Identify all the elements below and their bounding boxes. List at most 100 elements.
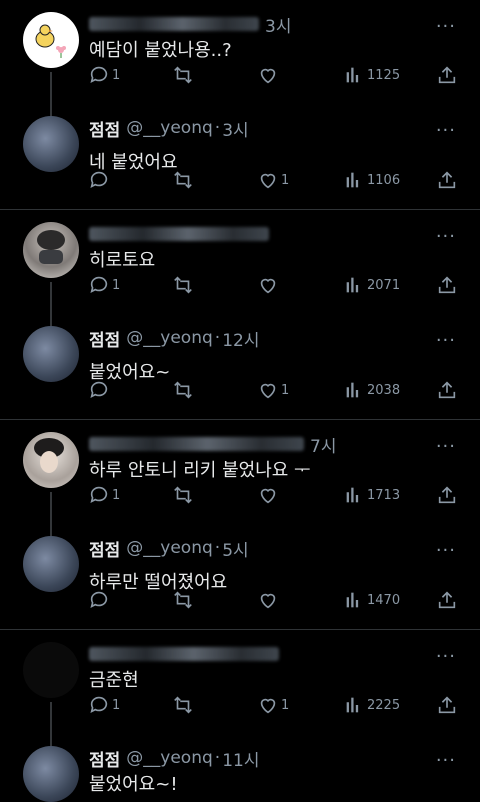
like-count: 1 bbox=[281, 172, 290, 188]
more-icon[interactable]: ··· bbox=[436, 226, 456, 247]
photo-avatar[interactable] bbox=[23, 326, 79, 382]
reply-button[interactable] bbox=[88, 589, 110, 611]
timestamp[interactable]: 7시 bbox=[310, 432, 336, 457]
share-button[interactable] bbox=[436, 589, 458, 611]
views-button[interactable]: 1125 bbox=[343, 64, 400, 86]
more-icon[interactable]: ··· bbox=[436, 16, 456, 37]
reply-button[interactable]: 1 bbox=[88, 484, 120, 506]
timestamp[interactable]: 5시 bbox=[222, 536, 248, 561]
retweet-button[interactable] bbox=[172, 169, 194, 191]
photo-avatar[interactable] bbox=[23, 116, 79, 172]
tweet-text: 붙었어요~! bbox=[89, 774, 178, 795]
retweet-button[interactable] bbox=[172, 694, 194, 716]
retweet-icon bbox=[174, 276, 192, 294]
views-button[interactable]: 2038 bbox=[343, 379, 400, 401]
views-button[interactable]: 2071 bbox=[343, 274, 400, 296]
share-button[interactable] bbox=[436, 169, 458, 191]
like-button[interactable] bbox=[257, 589, 279, 611]
more-icon[interactable]: ··· bbox=[436, 540, 456, 561]
tweet-text: 히로토요 bbox=[89, 250, 156, 271]
share-icon bbox=[438, 381, 456, 399]
photo-avatar[interactable] bbox=[23, 536, 79, 592]
person-avatar[interactable] bbox=[23, 432, 79, 488]
retweet-button[interactable] bbox=[172, 484, 194, 506]
separator: · bbox=[214, 748, 221, 768]
timestamp[interactable]: 3시 bbox=[222, 116, 248, 141]
reply-button[interactable]: 1 bbox=[88, 694, 120, 716]
timestamp[interactable]: 12시 bbox=[222, 326, 259, 351]
dark-avatar[interactable] bbox=[23, 642, 79, 698]
share-button[interactable] bbox=[436, 379, 458, 401]
share-icon bbox=[438, 66, 456, 84]
like-button[interactable]: 1 bbox=[257, 694, 289, 716]
more-icon[interactable]: ··· bbox=[436, 646, 456, 667]
views-button[interactable]: 1106 bbox=[343, 169, 400, 191]
like-button[interactable]: 1 bbox=[257, 169, 289, 191]
more-icon[interactable]: ··· bbox=[436, 330, 456, 351]
views-count: 1125 bbox=[367, 67, 401, 83]
like-button[interactable]: 1 bbox=[257, 379, 289, 401]
separator: · bbox=[214, 118, 221, 138]
reply-button[interactable] bbox=[88, 169, 110, 191]
tweet-header: 점점 @__yeonq · 5시 bbox=[89, 536, 440, 561]
more-icon[interactable]: ··· bbox=[436, 120, 456, 141]
views-icon bbox=[346, 67, 359, 83]
views-button[interactable]: 1713 bbox=[343, 484, 400, 506]
retweet-button[interactable] bbox=[172, 589, 194, 611]
display-name[interactable]: 점점 bbox=[89, 116, 120, 141]
like-count: 1 bbox=[281, 382, 290, 398]
like-button[interactable] bbox=[257, 274, 279, 296]
separator: · bbox=[214, 328, 221, 348]
reply-button[interactable]: 1 bbox=[88, 64, 120, 86]
retweet-icon bbox=[174, 696, 192, 714]
heart-icon bbox=[260, 698, 276, 714]
reply-button[interactable]: 1 bbox=[88, 274, 120, 296]
reply-count: 1 bbox=[112, 67, 121, 83]
like-button[interactable] bbox=[257, 484, 279, 506]
tweet-actions: 1470 bbox=[0, 589, 480, 619]
timestamp[interactable]: 11시 bbox=[222, 746, 259, 771]
more-icon[interactable]: ··· bbox=[436, 436, 456, 457]
share-button[interactable] bbox=[436, 484, 458, 506]
tweet-actions: 1 1 2225 bbox=[0, 694, 480, 724]
share-button[interactable] bbox=[436, 64, 458, 86]
share-button[interactable] bbox=[436, 274, 458, 296]
views-count: 2038 bbox=[367, 382, 401, 398]
views-count: 1470 bbox=[367, 592, 401, 608]
tweet-actions: 1 2071 bbox=[0, 274, 480, 304]
divider bbox=[0, 419, 480, 420]
mask-avatar[interactable] bbox=[23, 222, 79, 278]
retweet-button[interactable] bbox=[172, 274, 194, 296]
divider bbox=[0, 629, 480, 630]
duck-avatar[interactable] bbox=[23, 12, 79, 68]
display-name[interactable]: 점점 bbox=[89, 746, 120, 771]
views-icon bbox=[346, 172, 359, 188]
tweet-actions: 1 1713 bbox=[0, 484, 480, 514]
retweet-button[interactable] bbox=[172, 379, 194, 401]
handle[interactable]: @__yeonq bbox=[126, 538, 213, 558]
more-icon[interactable]: ··· bbox=[436, 750, 456, 771]
reply-icon bbox=[90, 591, 108, 608]
tweet-header: 3시 bbox=[89, 12, 440, 37]
like-button[interactable] bbox=[257, 64, 279, 86]
views-count: 2071 bbox=[367, 277, 401, 293]
blurred-name bbox=[89, 437, 304, 451]
reply-button[interactable] bbox=[88, 379, 110, 401]
display-name[interactable]: 점점 bbox=[89, 326, 120, 351]
retweet-button[interactable] bbox=[172, 64, 194, 86]
share-button[interactable] bbox=[436, 694, 458, 716]
display-name[interactable]: 점점 bbox=[89, 536, 120, 561]
views-button[interactable]: 1470 bbox=[343, 589, 400, 611]
tweet-text: 금준현 bbox=[89, 670, 139, 691]
handle[interactable]: @__yeonq bbox=[126, 328, 213, 348]
handle[interactable]: @__yeonq bbox=[126, 748, 213, 768]
tweet-actions: 1 1125 bbox=[0, 64, 480, 94]
photo-avatar[interactable] bbox=[23, 746, 79, 802]
tweet-header: 7시 bbox=[89, 432, 440, 457]
heart-icon bbox=[260, 173, 276, 189]
handle[interactable]: @__yeonq bbox=[126, 118, 213, 138]
tweet-header: 점점 @__yeonq · 3시 bbox=[89, 116, 440, 141]
views-button[interactable]: 2225 bbox=[343, 694, 400, 716]
views-icon bbox=[346, 697, 359, 713]
timestamp[interactable]: 3시 bbox=[265, 12, 291, 37]
